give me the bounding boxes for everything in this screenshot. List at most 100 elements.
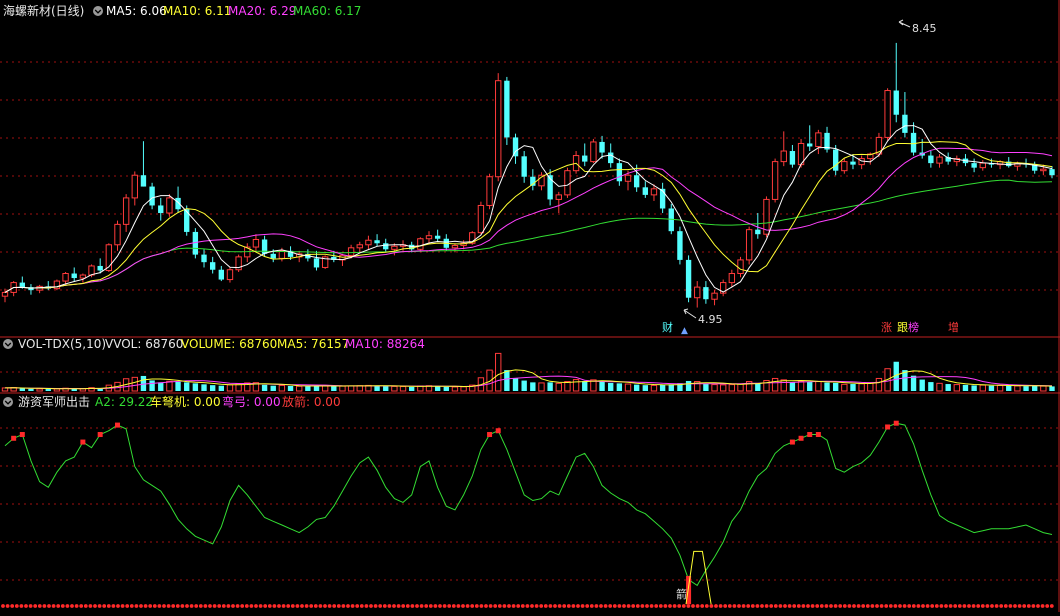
candle[interactable] — [902, 114, 908, 133]
price-candles[interactable] — [1, 42, 1055, 308]
volume-bar[interactable] — [720, 384, 727, 392]
candle[interactable] — [434, 235, 441, 239]
volume-bar[interactable] — [218, 385, 225, 391]
candle[interactable] — [122, 197, 130, 225]
indicator-collapse-icon[interactable] — [3, 397, 13, 407]
volume-bar[interactable] — [919, 379, 925, 391]
volume-bar[interactable] — [399, 386, 407, 392]
candle[interactable] — [158, 205, 164, 214]
volume-bar[interactable] — [36, 388, 43, 392]
candle[interactable] — [62, 273, 69, 282]
volume-bar[interactable] — [815, 381, 822, 392]
candle[interactable] — [270, 253, 276, 259]
candle[interactable] — [1040, 168, 1047, 172]
volume-bar[interactable] — [1014, 385, 1021, 392]
volume-bar[interactable] — [261, 384, 268, 391]
candle[interactable] — [608, 152, 614, 164]
candle[interactable] — [694, 286, 701, 299]
volume-bar[interactable] — [131, 376, 138, 392]
volume-bar[interactable] — [538, 382, 545, 392]
candle[interactable] — [755, 229, 761, 235]
volume-bar[interactable] — [659, 384, 666, 391]
volume-bar[interactable] — [201, 384, 207, 391]
volume-bar[interactable] — [184, 382, 190, 391]
volume-bar[interactable] — [971, 385, 977, 391]
candle[interactable] — [495, 80, 502, 178]
volume-bar[interactable] — [504, 370, 510, 391]
candle[interactable] — [884, 90, 891, 138]
volume-bar[interactable] — [797, 380, 805, 392]
candle[interactable] — [521, 156, 527, 177]
candle[interactable] — [374, 240, 380, 244]
volume-bar[interactable] — [226, 384, 234, 392]
candle[interactable] — [832, 149, 839, 171]
candle[interactable] — [841, 161, 848, 172]
main-collapse-icon[interactable] — [93, 6, 103, 16]
volume-bar[interactable] — [1049, 386, 1055, 391]
candle[interactable] — [166, 197, 173, 214]
candle[interactable] — [789, 151, 796, 165]
volume-bar[interactable] — [910, 375, 917, 391]
candle[interactable] — [616, 163, 623, 182]
volume-bar[interactable] — [780, 379, 787, 392]
volume-bar[interactable] — [599, 381, 605, 391]
candle[interactable] — [451, 245, 459, 249]
candle[interactable] — [659, 188, 666, 209]
candle[interactable] — [356, 244, 363, 249]
candle[interactable] — [703, 287, 709, 300]
volume-bar[interactable] — [703, 383, 709, 391]
volume-bar[interactable] — [771, 377, 779, 392]
candle[interactable] — [624, 174, 632, 182]
candle[interactable] — [910, 132, 917, 153]
candle[interactable] — [642, 187, 648, 195]
volume-bar[interactable] — [28, 388, 34, 391]
volume-bar[interactable] — [858, 383, 865, 392]
volume-bar[interactable] — [737, 383, 744, 392]
marker-up-icon[interactable]: ▲ — [681, 326, 688, 336]
volume-bar[interactable] — [45, 389, 51, 391]
volume-bar[interactable] — [209, 385, 216, 391]
marker-zhang[interactable]: 涨 — [881, 321, 892, 334]
chart-canvas[interactable]: 海螺新材(日线) MA5: 6.06 MA10: 6.11 MA20: 6.29… — [0, 0, 1060, 612]
volume-bar[interactable] — [841, 383, 848, 392]
volume-bar[interactable] — [875, 377, 883, 392]
volume-bar[interactable] — [608, 382, 614, 391]
volume-bar[interactable] — [807, 381, 813, 391]
candle[interactable] — [1049, 169, 1055, 176]
candle[interactable] — [850, 161, 856, 165]
volume-bar[interactable] — [789, 382, 796, 391]
volume-bar[interactable] — [287, 385, 294, 391]
volume-bar[interactable] — [850, 384, 856, 391]
candle[interactable] — [383, 243, 389, 250]
volume-bar[interactable] — [313, 385, 320, 391]
volume-bar[interactable] — [192, 383, 199, 391]
volume-bar[interactable] — [296, 385, 303, 392]
volume-bar[interactable] — [512, 378, 519, 391]
marker-gen[interactable]: 跟 — [897, 321, 908, 334]
candle[interactable] — [555, 194, 562, 200]
candle[interactable] — [477, 204, 485, 234]
candle[interactable] — [893, 90, 899, 115]
candle[interactable] — [201, 254, 207, 263]
candle[interactable] — [928, 155, 934, 164]
volume-bar[interactable] — [547, 382, 553, 391]
candle[interactable] — [19, 282, 25, 288]
candle[interactable] — [347, 247, 355, 256]
volume-bar[interactable] — [270, 385, 276, 391]
candle[interactable] — [780, 150, 787, 163]
candle[interactable] — [737, 259, 744, 275]
volume-bar[interactable] — [685, 380, 692, 391]
volume-bar[interactable] — [711, 384, 718, 392]
marker-jian[interactable]: 箭 — [676, 587, 687, 601]
volume-bar[interactable] — [945, 384, 951, 391]
candle[interactable] — [252, 238, 260, 248]
candle[interactable] — [633, 175, 640, 188]
volume-bar[interactable] — [356, 385, 363, 392]
volume-bar[interactable] — [19, 388, 25, 391]
candle[interactable] — [88, 265, 95, 276]
candle[interactable] — [711, 292, 718, 300]
volume-bar[interactable] — [443, 386, 449, 391]
candle[interactable] — [313, 258, 320, 268]
volume-bar[interactable] — [434, 386, 441, 391]
candle[interactable] — [218, 269, 225, 280]
